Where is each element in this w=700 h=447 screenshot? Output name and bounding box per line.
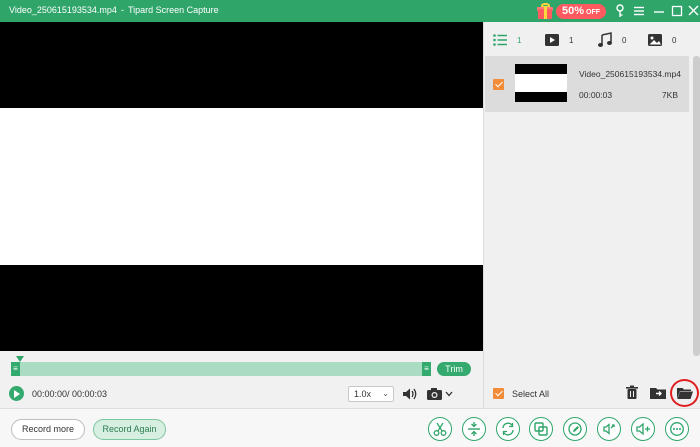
trim-end-handle[interactable]: ≡	[422, 362, 431, 376]
file-duration: 00:00:03	[579, 90, 613, 100]
title-bar: Video_250615193534.mp4- Tipard Screen Cap…	[0, 0, 700, 22]
discount-percent: 50%	[562, 4, 585, 17]
tab-video[interactable]: 1	[544, 32, 573, 48]
select-all-checkbox[interactable]	[493, 388, 504, 399]
promo-banner[interactable]: 50% OFF	[536, 2, 607, 20]
maximize-icon[interactable]	[669, 3, 685, 19]
tab-image[interactable]: 0	[647, 32, 676, 48]
cut-tool-button[interactable]	[428, 417, 452, 441]
file-checkbox[interactable]	[493, 79, 504, 90]
split-icon	[468, 422, 480, 436]
media-library-panel: 1 1 0 0 Video_250615193534.mp4 00:00:03 …	[483, 22, 700, 408]
scissors-icon	[433, 422, 447, 436]
tab-all[interactable]: 1	[492, 32, 521, 48]
volume-adjust-icon	[636, 422, 650, 436]
chevron-down-icon: ⌄	[382, 389, 389, 398]
video-frame-content	[0, 108, 483, 265]
media-tabs: 1 1 0 0	[484, 22, 700, 56]
video-thumbnail	[515, 64, 567, 102]
highlight-circle	[670, 379, 699, 407]
export-to-folder-button[interactable]	[647, 382, 669, 404]
speed-select[interactable]: 1.0x ⌄	[348, 386, 394, 402]
rotate-tool-button[interactable]	[496, 417, 520, 441]
file-title: Video_250615193534.mp4	[9, 5, 117, 15]
title-separator: -	[120, 5, 124, 15]
rotate-icon	[502, 422, 514, 436]
volume-adjust-tool-button[interactable]	[631, 417, 655, 441]
music-icon	[598, 32, 612, 47]
list-item[interactable]: Video_250615193534.mp4 00:00:03 7KB	[485, 56, 689, 112]
gift-icon	[536, 2, 554, 20]
image-icon	[648, 34, 662, 46]
bottom-toolbar: Record more Record Again	[0, 408, 700, 447]
close-icon[interactable]	[686, 3, 700, 19]
play-button[interactable]	[9, 386, 24, 401]
merge-tool-button[interactable]	[529, 417, 553, 441]
merge-icon	[534, 422, 548, 436]
snapshot-icon[interactable]	[426, 386, 454, 402]
file-size: 7KB	[661, 90, 678, 100]
menu-icon[interactable]	[631, 3, 647, 19]
tab-audio[interactable]: 0	[597, 32, 626, 48]
select-all-label: Select All	[512, 388, 550, 399]
more-icon	[670, 422, 684, 436]
timeline-track[interactable]: ≡ ≡	[11, 362, 431, 376]
compress-tool-button[interactable]	[597, 417, 621, 441]
compress-icon	[603, 423, 615, 435]
edit-icon	[568, 422, 582, 436]
discount-badge[interactable]: 50% OFF	[556, 3, 607, 19]
delete-button[interactable]	[621, 382, 643, 404]
tab-count: 0	[622, 35, 627, 45]
select-all[interactable]: Select All	[493, 388, 549, 399]
player-controls: ≡ ≡ Trim 00:00:00/ 00:00:03 1.0x ⌄	[0, 351, 483, 408]
record-again-button[interactable]: Record Again	[93, 419, 166, 440]
trash-icon	[626, 385, 638, 399]
trim-button[interactable]: Trim	[437, 362, 471, 376]
app-name: Tipard Screen Capture	[127, 5, 219, 15]
tab-count: 1	[517, 35, 522, 45]
tab-count: 0	[672, 35, 677, 45]
timecode: 00:00:00/ 00:00:03	[32, 389, 108, 399]
tab-count: 1	[569, 35, 574, 45]
video-icon	[545, 34, 559, 46]
discount-off: OFF	[586, 8, 601, 16]
scrollbar[interactable]	[693, 56, 700, 356]
split-tool-button[interactable]	[462, 417, 486, 441]
file-name: Video_250615193534.mp4	[579, 69, 681, 79]
record-more-button[interactable]: Record more	[11, 419, 85, 440]
speed-value: 1.0x	[354, 389, 372, 399]
key-icon[interactable]	[612, 3, 628, 19]
trim-start-handle[interactable]: ≡	[11, 362, 20, 376]
volume-icon[interactable]	[401, 386, 419, 402]
folder-export-icon	[650, 388, 666, 399]
edit-tool-button[interactable]	[563, 417, 587, 441]
minimize-icon[interactable]	[651, 3, 667, 19]
video-preview[interactable]	[0, 22, 483, 351]
more-tools-button[interactable]	[665, 417, 689, 441]
window-title: Video_250615193534.mp4- Tipard Screen Cap…	[9, 5, 219, 15]
list-icon	[493, 34, 507, 46]
